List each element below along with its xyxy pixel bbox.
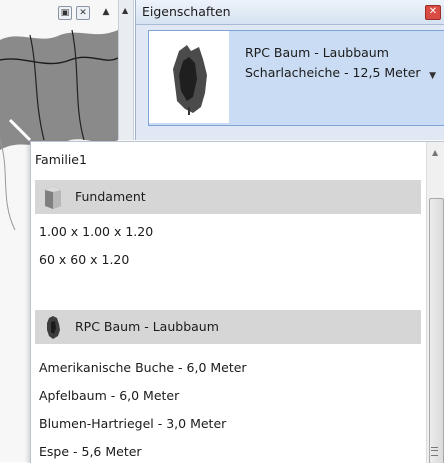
scroll-up-icon[interactable]: ▲	[100, 6, 112, 18]
type-selector[interactable]: RPC Baum - Laubbaum Scharlacheiche - 12,…	[148, 30, 444, 126]
canvas-scrollbar[interactable]: ▲	[118, 0, 134, 140]
scrollbar-thumb[interactable]	[429, 198, 444, 463]
list-item[interactable]: 60 x 60 x 1.20	[39, 252, 129, 267]
list-item[interactable]: 1.00 x 1.00 x 1.20	[39, 224, 153, 239]
properties-palette: Eigenschaften ✕ RPC Baum - Laubbaum Scha…	[135, 0, 444, 140]
close-icon[interactable]: ✕	[76, 6, 90, 20]
chevron-up-icon[interactable]: ▲	[432, 148, 438, 157]
type-name: RPC Baum - Laubbaum Scharlacheiche - 12,…	[245, 45, 421, 80]
group-label: Fundament	[75, 189, 146, 204]
group-label: RPC Baum - Laubbaum	[75, 319, 219, 334]
group-header-rpc-baum: RPC Baum - Laubbaum	[35, 310, 421, 344]
tree-thumbnail-icon	[149, 31, 229, 123]
tree-icon	[47, 316, 60, 339]
properties-title: Eigenschaften	[142, 4, 231, 19]
foundation-icon	[45, 186, 61, 209]
list-item[interactable]: Blumen-Hartriegel - 3,0 Meter	[39, 416, 226, 431]
chevron-up-icon[interactable]: ▲	[122, 6, 128, 15]
close-icon[interactable]: ✕	[425, 5, 441, 20]
chevron-down-icon[interactable]: ▼	[429, 71, 436, 81]
grip-icon	[431, 447, 438, 456]
group-header-fundament: Fundament	[35, 180, 421, 214]
type-dropdown-list[interactable]: Familie1 Fundament 1.00 x 1.00 x 1.20 60…	[30, 141, 444, 463]
list-item[interactable]: Apfelbaum - 6,0 Meter	[39, 388, 179, 403]
list-item[interactable]: Espe - 5,6 Meter	[39, 444, 142, 459]
list-item[interactable]: Amerikanische Buche - 6,0 Meter	[39, 360, 247, 375]
properties-header: Eigenschaften ✕	[136, 0, 444, 25]
family-header: Familie1	[35, 152, 87, 167]
dropdown-scrollbar[interactable]: ▲	[426, 142, 444, 463]
restore-icon[interactable]: ▣	[58, 6, 72, 20]
